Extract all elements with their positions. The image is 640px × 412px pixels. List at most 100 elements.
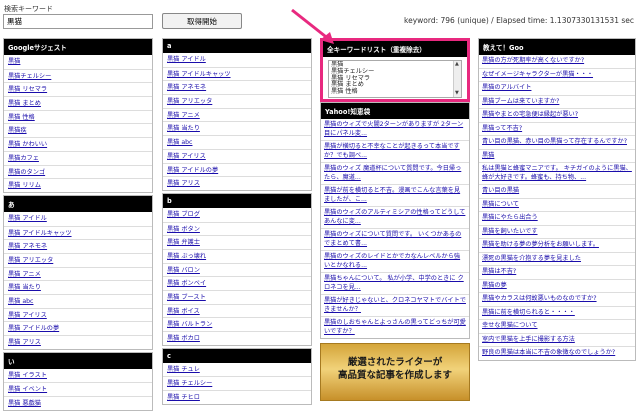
list-item-link[interactable]: 黒猫 イベント: [8, 386, 47, 393]
start-fetch-button[interactable]: 取得開始: [162, 13, 242, 29]
list-item-link[interactable]: 黒猫 バルトラン: [167, 321, 212, 328]
list-item-link[interactable]: 黒猫に前を横切られると・・・・: [482, 309, 575, 316]
list-item-link[interactable]: 青い目の黒猫: [482, 187, 519, 194]
list-item-link[interactable]: 黒猫について: [482, 201, 519, 208]
list-item-link[interactable]: 黒猫カフェ: [8, 155, 39, 162]
list-item-link[interactable]: 黒猫 アネモネ: [167, 84, 206, 91]
list-item-link[interactable]: 黒猫を助ける夢の夢分析をお願いします。: [482, 241, 599, 248]
list-item: 黒猫のタンゴ: [4, 164, 152, 179]
list-item-link[interactable]: 黒猫 アイリス: [167, 153, 206, 160]
list-item-link[interactable]: 黒猫 弁護士: [167, 239, 200, 246]
list-item-link[interactable]: 黒猫が横切ると不幸なことが起きるって本当ですか？でも調べ...: [324, 143, 460, 159]
list-item-link[interactable]: 黒猫 当たり: [8, 284, 41, 291]
list-item-link[interactable]: 黒猫 アリエッタ: [8, 257, 53, 264]
list-item-link[interactable]: 野良の黒猫は本当に不吉の象徴なのでしょうか?: [482, 349, 615, 356]
list-item-link[interactable]: 黒猫 アニメ: [8, 271, 41, 278]
list-item-link[interactable]: 黒猫 ブースト: [167, 294, 206, 301]
list-item: 黒猫の夢: [479, 278, 635, 293]
list-item-link[interactable]: 黒猫 性格: [8, 114, 35, 121]
list-item-link[interactable]: 黒猫 アリス: [167, 180, 200, 187]
list-item-link[interactable]: 黒猫 ボタン: [167, 226, 200, 233]
list-item: 黒猫 リセマラ: [4, 82, 152, 96]
list-item-link[interactable]: 黒猫 ボンベイ: [167, 280, 206, 287]
list-item-link[interactable]: 室内で黒猫を上手に撮影する方法: [482, 336, 575, 343]
list-item-link[interactable]: 黒猫: [8, 58, 20, 65]
list-item-link[interactable]: 黒猫 アイドル: [167, 56, 206, 63]
list-item-link[interactable]: 黒猫 当たり: [167, 125, 200, 132]
list-item-link[interactable]: 黒猫 アイドル: [8, 215, 47, 222]
list-item-link[interactable]: 黒猫 バロン: [167, 267, 200, 274]
list-item-link[interactable]: 黒猫が好きじゃないと、クロネコヤマトでバイトできませんか？: [324, 297, 466, 313]
list-item-link[interactable]: 黒猫 abc: [8, 298, 33, 305]
annotation-arrow-icon: [291, 8, 334, 44]
list-item-link[interactable]: 黒猫 アイドルの夢: [8, 325, 59, 332]
list-item-link[interactable]: 黒猫 ぶっ壊れ: [167, 253, 206, 260]
list-item-link[interactable]: 黒猫 悪戯猫: [8, 400, 41, 407]
list-item: 黒猫のウィズについて質問です。 いくつかあるのでまとめて書...: [321, 228, 469, 250]
list-item: 黒猫のしおちゃんとよっさんの黒ってどっちが可愛いですか？: [321, 316, 469, 338]
list-item-link[interactable]: 黒猫 イラスト: [8, 372, 47, 379]
list-item-link[interactable]: 黒猫: [482, 152, 494, 159]
scroll-down-icon[interactable]: ▼: [455, 90, 459, 97]
list-item-link[interactable]: 黒猫 アリス: [8, 339, 41, 346]
list-item-link[interactable]: 黒猫にやたら出合う: [482, 214, 538, 221]
stats-text: keyword: 796 (unique) / Elapsed time: 1.…: [404, 16, 634, 25]
list-item-link[interactable]: 漂死の黒猫を介抱する夢を見ました: [482, 255, 581, 262]
list-item-link[interactable]: 黒猫 アイドルの夢: [167, 167, 218, 174]
list-item: 黒猫疾: [4, 123, 152, 137]
list-item-link[interactable]: 黒猫の方が死期率が高くないですか?: [482, 57, 584, 64]
list-item-link[interactable]: 黒猫 アイドルキャッツ: [8, 230, 72, 237]
list-item: 黒猫 アリエッタ: [4, 252, 152, 267]
list-item-link[interactable]: 黒猫 チュレ: [167, 366, 200, 373]
list-item-link[interactable]: 黒猫 アニメ: [167, 112, 200, 119]
list-item-link[interactable]: 黒猫のタンゴ: [8, 169, 45, 176]
list-item-link[interactable]: 黒猫 アイドルキャッツ: [167, 71, 231, 78]
list-item-link[interactable]: 黒猫 チヒロ: [167, 394, 200, 401]
list-item-link[interactable]: 黒猫 アネモネ: [8, 243, 47, 250]
suggest-title-b: b: [163, 193, 311, 208]
list-item-link[interactable]: 黒猫のウィズのアルティミシアの性格ってどうしてあんなに変...: [324, 209, 465, 225]
list-item-link[interactable]: 黒猫 アリエッタ: [167, 98, 212, 105]
list-item-link[interactable]: 黒猫ブームは来ていますか?: [482, 98, 559, 105]
list-item-link[interactable]: 幸せな黒猫について: [482, 322, 538, 329]
list-item: 黒猫カフェ: [4, 150, 152, 165]
list-item-link[interactable]: 黒猫 ボカロ: [167, 335, 200, 342]
list-item-link[interactable]: 黒猫ちゃんについて。 私が小学、中学のときに クロネコを見...: [324, 275, 464, 291]
list-item-link[interactable]: 黒猫 abc: [167, 139, 192, 146]
list-item-link[interactable]: 黒猫のウィズで火闇2ターンがありますが 2ターン目にパネル変...: [324, 121, 463, 137]
list-item-link[interactable]: なぜイメージキャラクターが黒猫・・・: [482, 71, 593, 78]
list-item-link[interactable]: 黒猫 かわいい: [8, 141, 47, 148]
list-item-link[interactable]: 私は黒猫と蜂蜜マニアです。 キチガイのように黒猫、蜂が大好きです。蜂蜜も、持ち物…: [482, 165, 632, 181]
list-item-link[interactable]: 黒猫 リセマラ: [8, 86, 47, 93]
list-item: 黒猫 ボイス: [163, 303, 311, 318]
list-item-link[interactable]: 黒猫のしおちゃんとよっさんの黒ってどっちが可愛いですか？: [324, 319, 466, 335]
scroll-up-icon[interactable]: ▲: [455, 61, 459, 68]
list-item-link[interactable]: 黒猫の夢: [482, 282, 507, 289]
keyword-list-textarea[interactable]: 黒猫 黒猫チェルシー 黒猫 リセマラ 黒猫 まとめ 黒猫 性格 ▲ ▼: [328, 60, 462, 98]
list-item: 黒猫 チェルシー: [163, 376, 311, 390]
writer-ad-banner[interactable]: 厳選されたライターが 高品質な記事を作成します: [320, 343, 470, 401]
list-item-link[interactable]: 黒猫疾: [8, 127, 27, 134]
oshiete-goo-list: 黒猫の方が死期率が高くないですか? なぜイメージキャラクターが黒猫・・・ 黒猫のアル…: [479, 55, 635, 360]
search-input[interactable]: [3, 14, 153, 29]
list-item-link[interactable]: 黒猫が前を横切ると不吉。漫画でこんな言葉を見ましたが、こ...: [324, 187, 460, 203]
list-item-link[interactable]: 黒猫 ブログ: [167, 211, 200, 218]
list-item-link[interactable]: 黒猫って不吉?: [482, 125, 522, 132]
list-item-link[interactable]: 黒猫のウィズ 魔道杯について質問です。今日帰ったら、魔道...: [324, 165, 461, 181]
list-item-link[interactable]: 黒猫のアルバイト: [482, 84, 531, 91]
list-item-link[interactable]: 黒猫 まとめ: [8, 100, 41, 107]
list-item-link[interactable]: 黒猫は不吉?: [482, 268, 516, 275]
list-item-link[interactable]: 黒猫やカラスは何故悪いものなのですか?: [482, 295, 597, 302]
list-item-link[interactable]: 黒猫やまとの宅急便は縁起が悪い?: [482, 111, 578, 118]
list-item-link[interactable]: 黒猫 ボイス: [167, 308, 200, 315]
list-item-link[interactable]: 黒猫のウィズについて質問です。 いくつかあるのでまとめて書...: [324, 231, 461, 247]
list-item-link[interactable]: 黒猫 リリム: [8, 182, 41, 189]
list-item-link[interactable]: 黒猫 チェルシー: [167, 380, 212, 387]
list-item-link[interactable]: 青い目の黒猫、赤い目の黒猫って存在するんですか?: [482, 138, 627, 145]
list-item-link[interactable]: 黒猫チェルシー: [8, 73, 51, 80]
list-item-link[interactable]: 黒猫を飼いたいです: [482, 228, 538, 235]
list-item: 黒猫 チュレ: [163, 363, 311, 377]
list-item-link[interactable]: 黒猫のウィズのレイドとかでカなんレベルから強いとかなれる...: [324, 253, 460, 269]
keyword-list-scrollbar[interactable]: ▲ ▼: [453, 61, 461, 97]
list-item-link[interactable]: 黒猫 アイリス: [8, 312, 47, 319]
